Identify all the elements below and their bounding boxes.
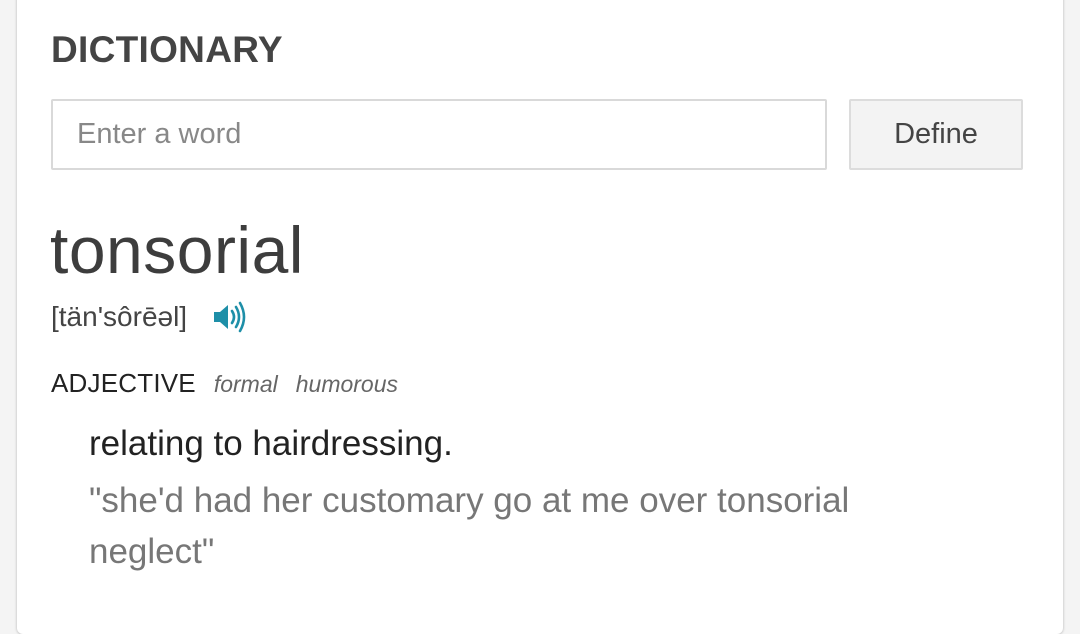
phonetic-spelling: [tän'sôrēəl] xyxy=(51,301,188,332)
part-of-speech-row: ADJECTIVE formal humorous xyxy=(51,368,398,399)
dictionary-card: DICTIONARY Define tonsorial [tän'sôrēəl]… xyxy=(17,0,1063,634)
part-of-speech: ADJECTIVE xyxy=(51,368,196,398)
usage-label-humorous: humorous xyxy=(295,371,399,397)
headword: tonsorial xyxy=(50,213,304,287)
define-button[interactable]: Define xyxy=(849,99,1023,170)
card-title: DICTIONARY xyxy=(51,29,283,70)
word-search-input[interactable] xyxy=(51,99,827,170)
pronunciation-row: [tän'sôrēəl] xyxy=(51,297,249,337)
definition-text: relating to hairdressing. xyxy=(89,424,453,463)
speaker-icon[interactable] xyxy=(211,300,249,334)
usage-label-formal: formal xyxy=(213,371,278,397)
example-sentence: "she'd had her customary go at me over t… xyxy=(89,481,850,571)
